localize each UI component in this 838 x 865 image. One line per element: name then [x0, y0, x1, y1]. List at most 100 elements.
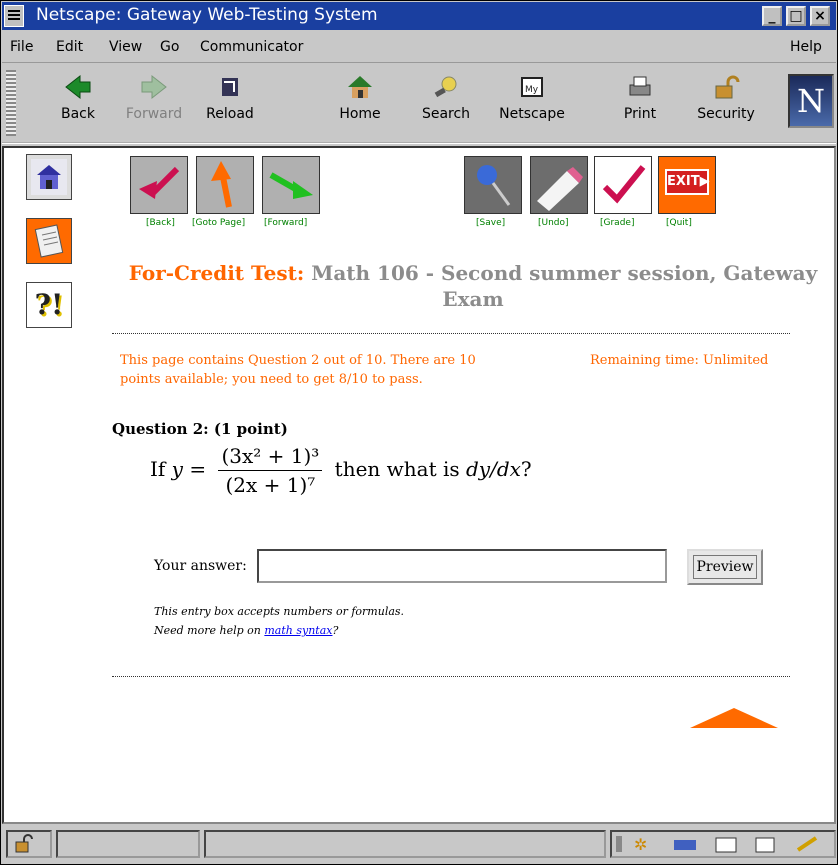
close-icon[interactable]: ×	[810, 6, 830, 26]
help-line-1: This entry box accepts numbers or formul…	[154, 605, 405, 618]
menu-help[interactable]: Help	[790, 39, 822, 55]
nav-forward-label[interactable]: [Forward]	[264, 218, 307, 228]
formula-denominator: (2x + 1)⁷	[225, 473, 316, 497]
nav-undo-label[interactable]: [Undo]	[538, 218, 569, 228]
svg-text:My: My	[525, 85, 539, 95]
forward-arrow-icon	[141, 74, 167, 100]
home-label: Home	[339, 106, 381, 122]
preview-button[interactable]: Preview	[687, 549, 763, 585]
pushpin-icon	[477, 165, 511, 206]
security-button[interactable]: Security	[686, 70, 766, 136]
security-label: Security	[697, 106, 755, 122]
window-title: Netscape: Gateway Web-Testing System	[36, 5, 378, 25]
exit-sign-icon: EXIT▶	[665, 169, 710, 195]
nav-forward-button[interactable]	[262, 156, 320, 214]
formula-lead: If	[150, 457, 172, 481]
window-menu-icon[interactable]	[4, 5, 24, 27]
help-suffix: ?	[332, 624, 339, 637]
exit-text: EXIT	[667, 174, 700, 189]
component-bar: ✲	[610, 830, 836, 858]
nav-save-button[interactable]	[464, 156, 522, 214]
home-icon	[348, 76, 372, 98]
formula-tail: then what is	[328, 457, 466, 481]
eraser-icon	[537, 167, 583, 211]
nav-grade-label[interactable]: [Grade]	[600, 218, 634, 228]
nav-quit-label[interactable]: [Quit]	[666, 218, 692, 228]
netscape-logo[interactable]: N	[788, 74, 834, 128]
checkmark-icon	[602, 165, 646, 204]
forward-arrow-icon	[269, 172, 313, 199]
divider-top	[112, 333, 790, 334]
formula-end: ?	[520, 457, 532, 481]
answer-label: Your answer:	[154, 558, 247, 574]
menu-go[interactable]: Go	[160, 39, 179, 55]
nav-save-label[interactable]: [Save]	[476, 218, 505, 228]
help-text: This entry box accepts numbers or formul…	[154, 602, 404, 640]
print-label: Print	[623, 106, 657, 122]
up-arrow-icon	[211, 161, 232, 208]
browser-window: Netscape: Gateway Web-Testing System _ □…	[0, 0, 838, 865]
preview-label: Preview	[693, 555, 757, 579]
padlock-icon	[15, 834, 33, 853]
nav-quit-button[interactable]: EXIT▶	[658, 156, 716, 214]
sidebar-home-button[interactable]	[26, 154, 72, 200]
nav-grade-button[interactable]	[594, 156, 652, 214]
progress-bar	[56, 830, 200, 858]
search-button[interactable]: Search	[406, 70, 486, 136]
reload-button[interactable]: Reload	[190, 70, 270, 136]
home-icon	[31, 159, 67, 195]
formula-y: y	[171, 457, 183, 481]
minimize-icon[interactable]: _	[762, 6, 782, 26]
forward-label: Forward	[125, 106, 183, 122]
help-prefix: Need more help on	[154, 624, 265, 637]
print-icon	[629, 76, 651, 96]
menu-edit[interactable]: Edit	[56, 39, 83, 55]
back-button[interactable]: Back	[38, 70, 118, 136]
status-text	[204, 830, 606, 858]
answer-input[interactable]	[257, 549, 667, 583]
top-of-page-arrow-icon[interactable]	[690, 708, 778, 728]
menu-file[interactable]: File	[10, 39, 33, 55]
sidebar-notes-button[interactable]	[26, 218, 72, 264]
notes-icon	[34, 224, 64, 258]
forward-button[interactable]: Forward	[114, 70, 194, 136]
menu-view[interactable]: View	[109, 39, 142, 55]
sidebar-help-button[interactable]: ?!	[26, 282, 72, 328]
page-content: ?! EXIT▶ [Back] [Goto Page] [Forward] [S…	[2, 146, 836, 824]
search-label: Search	[421, 106, 471, 122]
component-icons: ✲	[616, 835, 818, 854]
back-label: Back	[61, 106, 95, 122]
print-button[interactable]: Print	[600, 70, 680, 136]
nav-undo-button[interactable]	[530, 156, 588, 214]
netscape-button[interactable]: My Netscape	[492, 70, 572, 136]
formula-eq: =	[182, 457, 213, 481]
page-title: For-Credit Test: Math 106 - Second summe…	[112, 260, 834, 312]
status-bar: ✲	[2, 826, 836, 864]
nav-goto-page-button[interactable]	[196, 156, 254, 214]
title-bar: Netscape: Gateway Web-Testing System _ □…	[2, 2, 836, 30]
formula-derivative: dy/dx	[466, 457, 521, 481]
formula-fraction: (3x² + 1)³ (2x + 1)⁷	[218, 444, 323, 497]
nav-back-button[interactable]	[130, 156, 188, 214]
menu-communicator[interactable]: Communicator	[200, 39, 303, 55]
maximize-icon[interactable]: □	[786, 6, 806, 26]
home-button[interactable]: Home	[320, 70, 400, 136]
formula-numerator: (3x² + 1)³	[218, 444, 323, 471]
question-title: Question 2: (1 point)	[112, 420, 288, 438]
netscape-label: Netscape	[499, 106, 565, 122]
svg-text:✲: ✲	[634, 835, 647, 854]
nav-goto-page-label[interactable]: [Goto Page]	[192, 218, 245, 228]
back-arrow-icon	[65, 74, 91, 100]
netscape-icon: My	[521, 77, 543, 97]
search-icon	[434, 76, 457, 98]
nav-back-label[interactable]: [Back]	[146, 218, 175, 228]
navigation-toolbar: Back Forward Reload Home Search My Netsc…	[2, 64, 836, 144]
question-formula: If y = (3x² + 1)³ (2x + 1)⁷ then what is …	[150, 444, 532, 497]
reload-icon	[222, 78, 238, 96]
math-syntax-link[interactable]: math syntax	[264, 624, 332, 637]
back-arrow-icon	[139, 166, 180, 199]
security-status-icon[interactable]	[6, 830, 52, 858]
toolbar-grip[interactable]	[6, 70, 16, 136]
remaining-time: Remaining time: Unlimited	[590, 353, 769, 368]
question-info: This page contains Question 2 out of 10.…	[120, 353, 476, 387]
